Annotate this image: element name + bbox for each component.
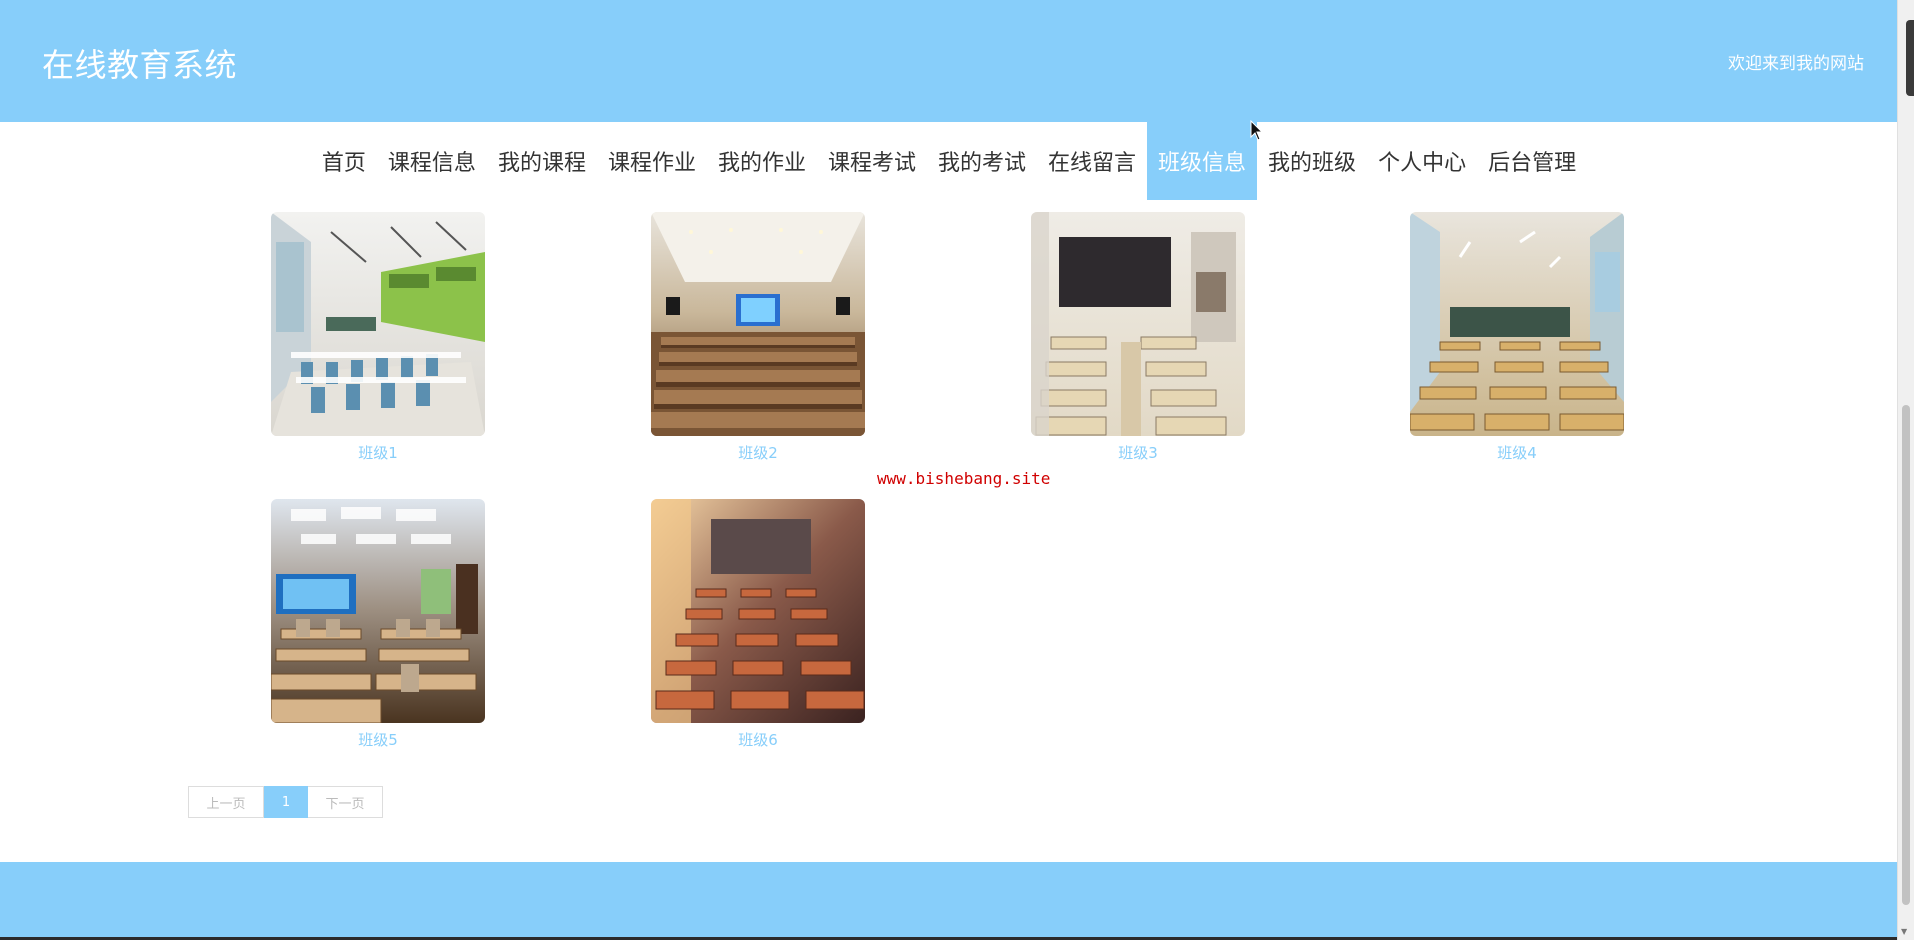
- class-name[interactable]: 班级3: [1031, 442, 1245, 463]
- class-card[interactable]: 班级5: [271, 499, 485, 750]
- class-name[interactable]: 班级2: [651, 442, 865, 463]
- page-number-button[interactable]: 1: [264, 786, 308, 818]
- pagination: 上一页 1 下一页: [188, 786, 383, 818]
- class-card[interactable]: 班级4: [1410, 212, 1624, 463]
- site-footer: [0, 862, 1898, 940]
- prev-page-button[interactable]: 上一页: [188, 786, 264, 818]
- scroll-down-arrow-icon[interactable]: ▼: [1901, 927, 1907, 936]
- class-name[interactable]: 班级6: [651, 729, 865, 750]
- class-image[interactable]: [1031, 212, 1245, 436]
- side-widget-handle[interactable]: [1906, 20, 1914, 96]
- vertical-scrollbar[interactable]: ▼: [1897, 0, 1914, 940]
- next-page-button[interactable]: 下一页: [308, 786, 383, 818]
- class-card[interactable]: 班级6: [651, 499, 865, 750]
- class-image[interactable]: [271, 212, 485, 436]
- class-image[interactable]: [651, 212, 865, 436]
- class-image[interactable]: [651, 499, 865, 723]
- class-card[interactable]: 班级3: [1031, 212, 1245, 463]
- class-image[interactable]: [1410, 212, 1624, 436]
- class-name[interactable]: 班级4: [1410, 442, 1624, 463]
- class-name[interactable]: 班级5: [271, 729, 485, 750]
- mouse-pointer-icon: [1250, 120, 1264, 141]
- page: 在线教育系统 欢迎来到我的网站 首页 课程信息 我的课程 课程作业 我的作业 课…: [0, 0, 1914, 940]
- class-grid: 班级1 班级2 班级3 班级4 班级5 班级6 www.bishebang.si…: [0, 0, 1898, 818]
- class-card[interactable]: 班级2: [651, 212, 865, 463]
- watermark-text: www.bishebang.site: [877, 469, 1051, 488]
- class-card[interactable]: 班级1: [271, 212, 485, 463]
- scrollbar-thumb[interactable]: [1902, 405, 1910, 905]
- class-image[interactable]: [271, 499, 485, 723]
- class-name[interactable]: 班级1: [271, 442, 485, 463]
